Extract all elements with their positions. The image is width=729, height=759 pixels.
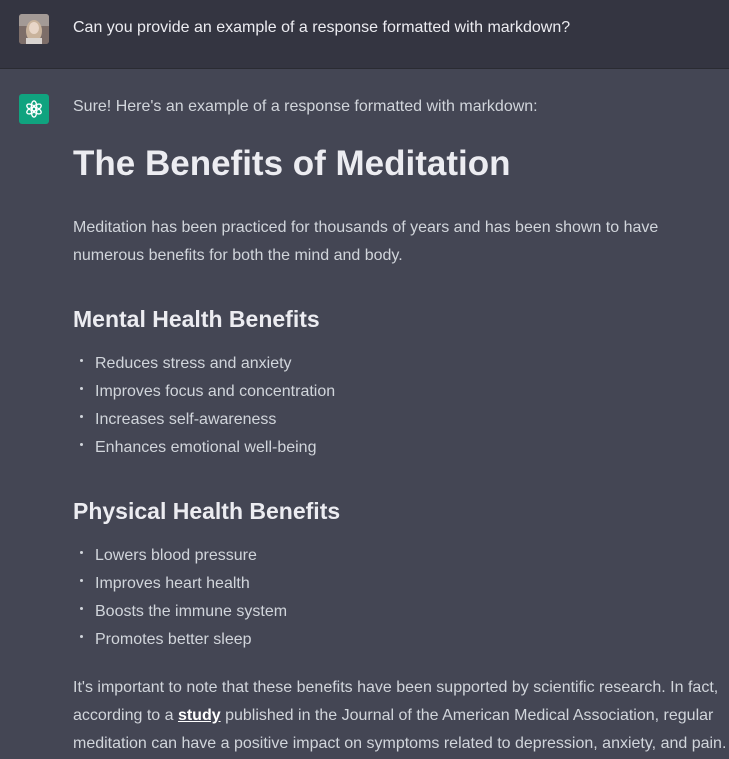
list-item: Improves heart health xyxy=(73,570,287,598)
markdown-title: The Benefits of Meditation xyxy=(73,144,511,183)
user-message: Can you provide an example of a response… xyxy=(0,0,729,69)
list-item: Enhances emotional well-being xyxy=(73,434,335,462)
assistant-message: Sure! Here's an example of a response fo… xyxy=(0,69,729,759)
list-item: Boosts the immune system xyxy=(73,598,287,626)
list-item: Reduces stress and anxiety xyxy=(73,350,335,378)
markdown-paragraph: Meditation has been practiced for thousa… xyxy=(73,219,659,264)
user-message-text: Can you provide an example of a response… xyxy=(73,19,571,36)
list-item: Improves focus and concentration xyxy=(73,378,335,406)
user-avatar xyxy=(19,14,49,44)
bullet-list-mental: Reduces stress and anxiety Improves focu… xyxy=(73,350,335,462)
user-avatar-photo xyxy=(19,14,49,44)
openai-logo-icon xyxy=(19,94,49,124)
bullet-list-physical: Lowers blood pressure Improves heart hea… xyxy=(73,542,287,654)
list-item: Lowers blood pressure xyxy=(73,542,287,570)
list-item: Promotes better sleep xyxy=(73,626,287,654)
list-item: Increases self-awareness xyxy=(73,406,335,434)
section-heading-mental: Mental Health Benefits xyxy=(73,306,320,332)
assistant-message-content: Sure! Here's an example of a response fo… xyxy=(73,96,729,752)
assistant-intro: Sure! Here's an example of a response fo… xyxy=(73,98,538,115)
study-link[interactable]: study xyxy=(178,707,221,724)
section-heading-physical: Physical Health Benefits xyxy=(73,498,341,524)
closing-paragraph: It's important to note that these benefi… xyxy=(73,674,727,758)
